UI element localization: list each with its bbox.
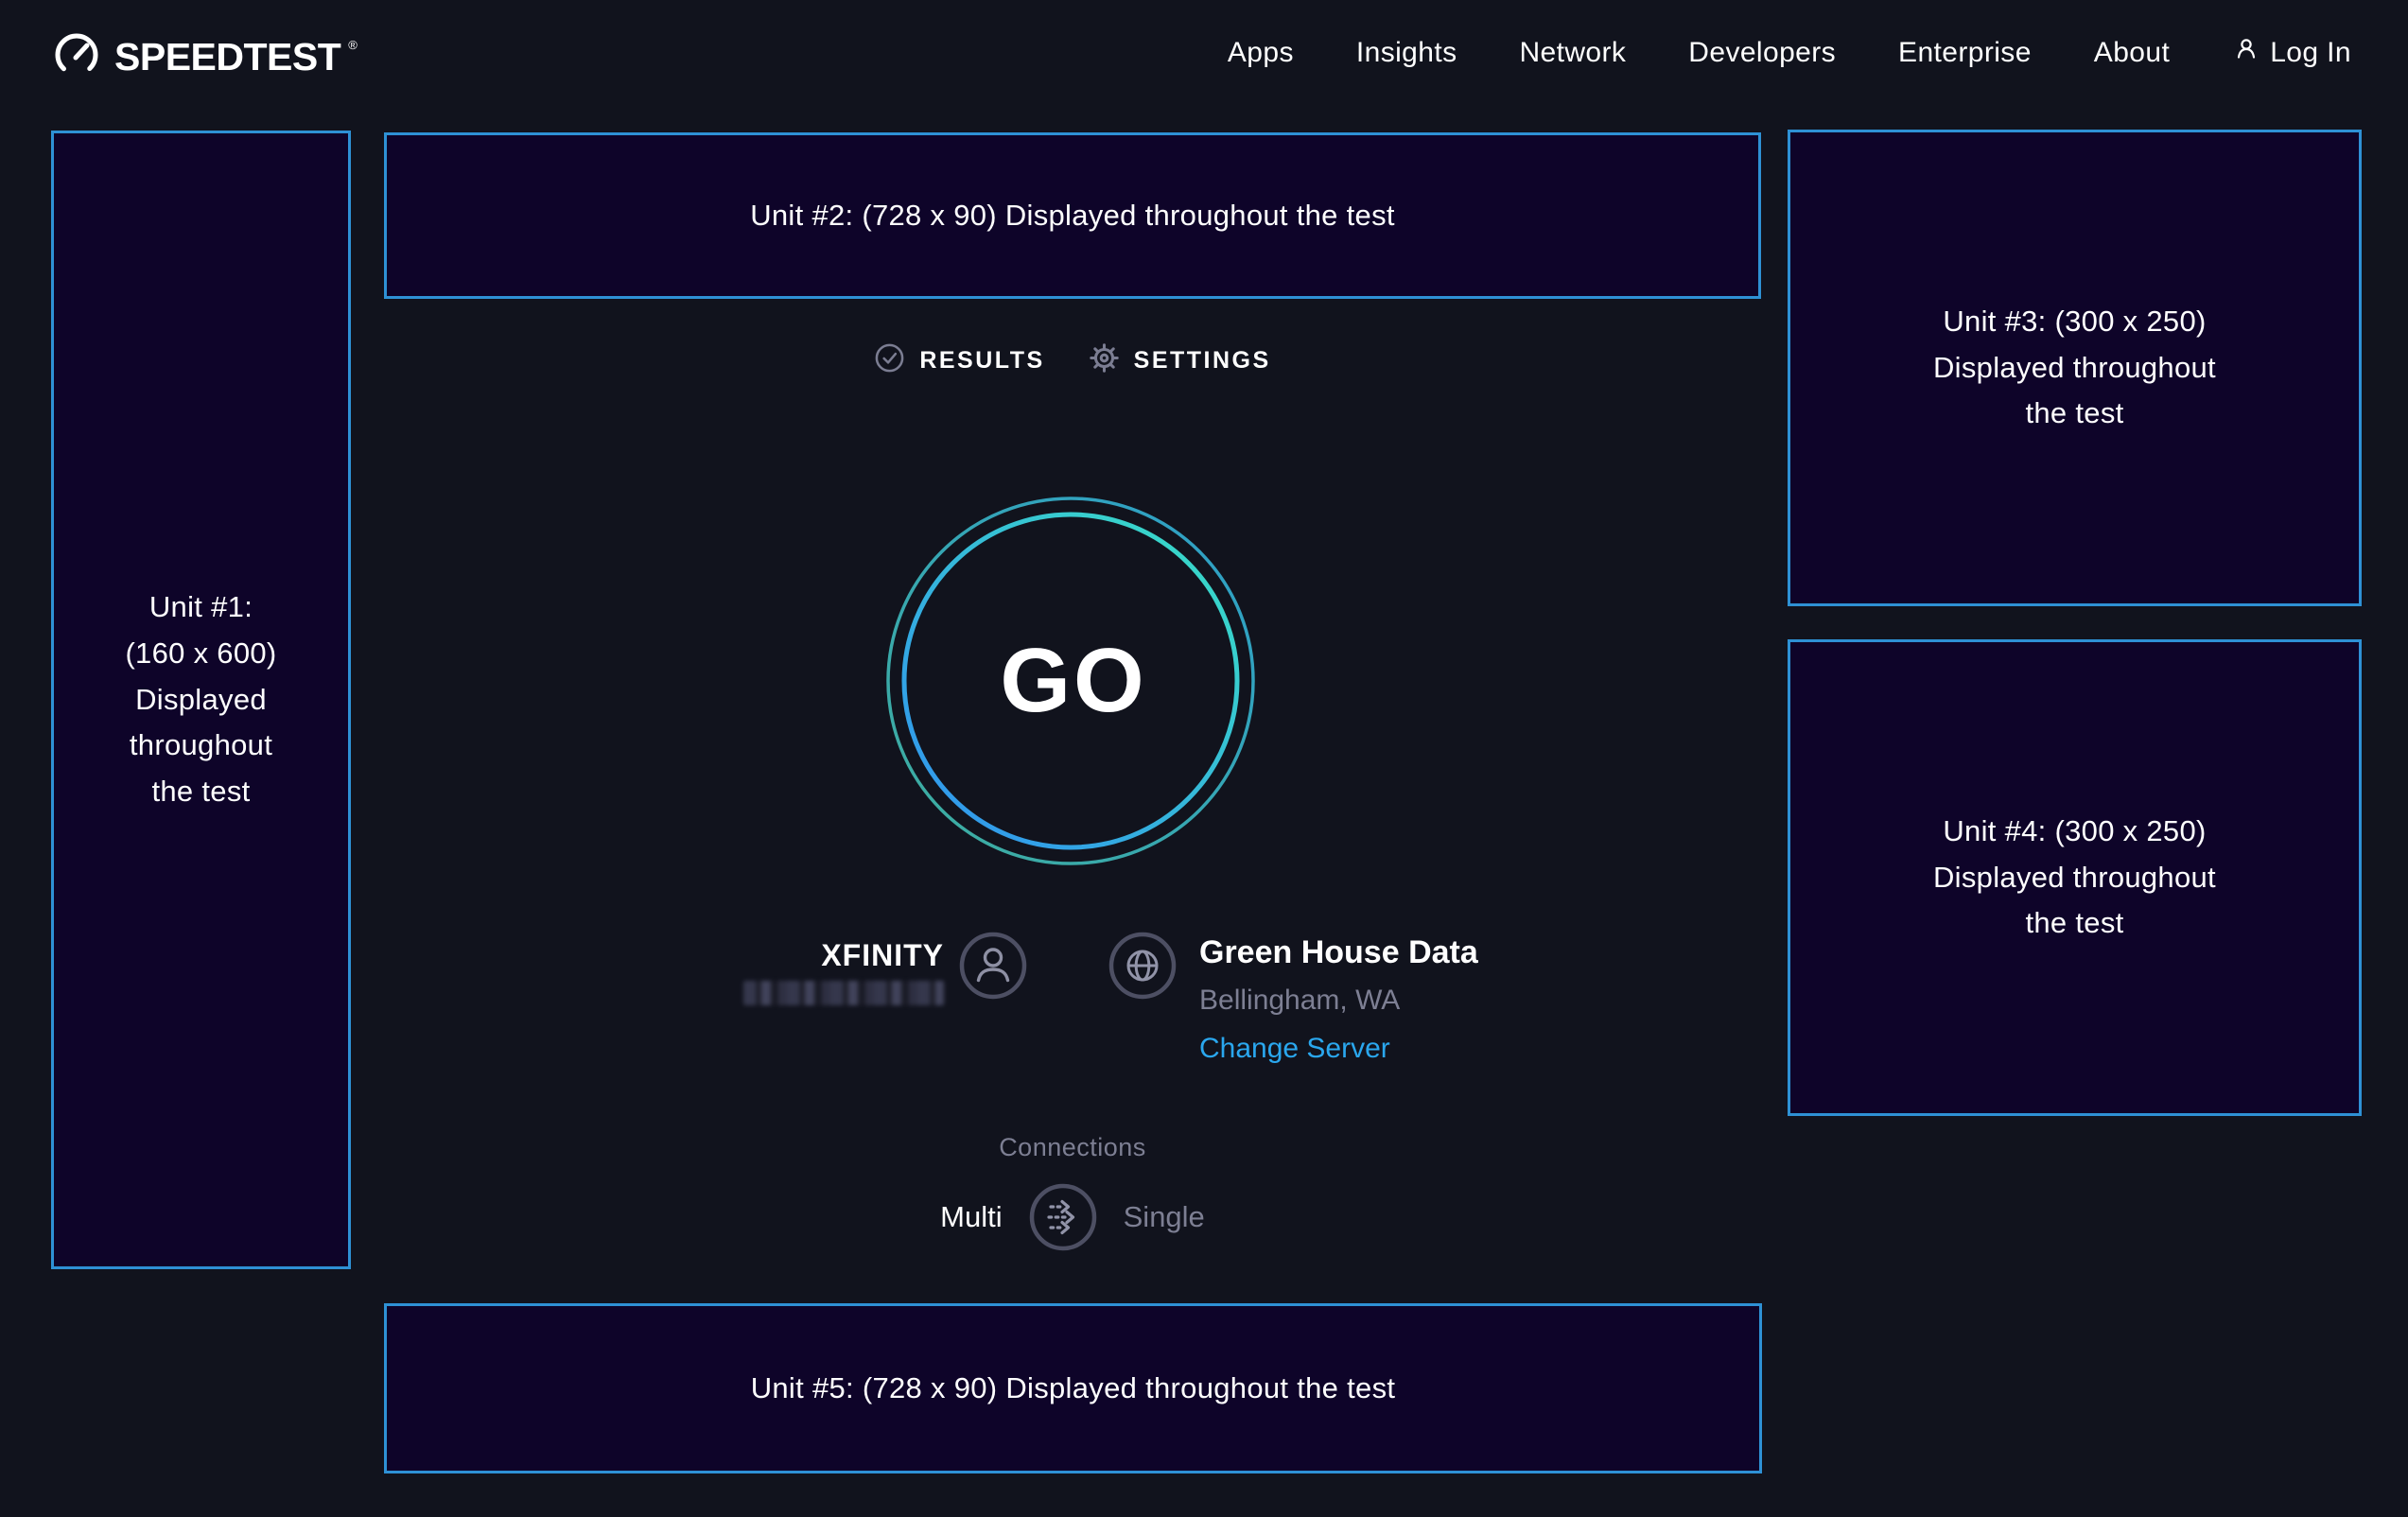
nav-item-network[interactable]: Network bbox=[1519, 37, 1626, 69]
go-button[interactable]: GO bbox=[881, 492, 1260, 870]
isp-block: XFINITY bbox=[662, 938, 944, 1010]
tab-settings[interactable]: SETTINGS bbox=[1089, 342, 1271, 378]
toggle-option-multi[interactable]: Multi bbox=[940, 1200, 1002, 1234]
ad-unit-3[interactable]: Unit #3: (300 x 250) Displayed throughou… bbox=[1788, 130, 2362, 606]
ad-unit-4[interactable]: Unit #4: (300 x 250) Displayed throughou… bbox=[1788, 639, 2362, 1116]
tab-settings-label: SETTINGS bbox=[1134, 347, 1271, 375]
nav-item-developers[interactable]: Developers bbox=[1688, 37, 1836, 69]
ad-unit-1[interactable]: Unit #1: (160 x 600) Displayed throughou… bbox=[51, 131, 351, 1269]
view-tabs: RESULTS SETTINGS bbox=[384, 342, 1761, 378]
isp-ip-redacted bbox=[743, 981, 944, 1005]
tab-results-label: RESULTS bbox=[919, 347, 1044, 375]
server-block: Green House Data Bellingham, WA Change S… bbox=[1199, 934, 1478, 1065]
speedtest-logo[interactable]: SPEEDTEST ® bbox=[52, 30, 363, 84]
person-icon bbox=[2232, 35, 2260, 71]
connections-label: Connections bbox=[384, 1133, 1761, 1162]
nav-item-enterprise[interactable]: Enterprise bbox=[1898, 37, 2032, 69]
go-button-label: GO bbox=[881, 492, 1260, 870]
change-server-link[interactable]: Change Server bbox=[1199, 1033, 1390, 1065]
connections-section: Connections Multi Single bbox=[384, 1133, 1761, 1251]
ad-unit-1-label: Unit #1: (160 x 600) Displayed throughou… bbox=[125, 584, 276, 816]
logo-text: SPEEDTEST bbox=[114, 35, 340, 79]
check-circle-icon bbox=[874, 342, 905, 378]
nav-item-insights[interactable]: Insights bbox=[1356, 37, 1457, 69]
logo-trademark: ® bbox=[348, 38, 358, 52]
user-icon bbox=[959, 932, 1027, 1000]
isp-user-badge bbox=[959, 932, 1027, 1000]
globe-icon bbox=[1108, 932, 1177, 1000]
server-location: Bellingham, WA bbox=[1199, 985, 1478, 1017]
nav-item-apps[interactable]: Apps bbox=[1228, 37, 1294, 69]
ad-unit-5[interactable]: Unit #5: (728 x 90) Displayed throughout… bbox=[384, 1303, 1762, 1473]
ad-unit-3-label: Unit #3: (300 x 250) Displayed throughou… bbox=[1933, 299, 2216, 438]
gauge-icon bbox=[52, 30, 101, 84]
main-nav: Apps Insights Network Developers Enterpr… bbox=[1228, 0, 2351, 106]
server-name: Green House Data bbox=[1199, 934, 1478, 971]
header: SPEEDTEST ® Apps Insights Network Develo… bbox=[0, 0, 2408, 106]
isp-name: XFINITY bbox=[662, 938, 944, 973]
ad-unit-5-label: Unit #5: (728 x 90) Displayed throughout… bbox=[751, 1366, 1396, 1412]
multi-connection-toggle-icon[interactable] bbox=[1029, 1183, 1097, 1251]
ad-unit-2[interactable]: Unit #2: (728 x 90) Displayed throughout… bbox=[384, 132, 1761, 299]
ad-unit-2-label: Unit #2: (728 x 90) Displayed throughout… bbox=[750, 193, 1395, 239]
login-button[interactable]: Log In bbox=[2232, 35, 2351, 71]
ad-unit-4-label: Unit #4: (300 x 250) Displayed throughou… bbox=[1933, 809, 2216, 948]
tab-results[interactable]: RESULTS bbox=[874, 342, 1044, 378]
toggle-option-single[interactable]: Single bbox=[1124, 1200, 1205, 1234]
speedtest-page: SPEEDTEST ® Apps Insights Network Develo… bbox=[0, 0, 2408, 1517]
connections-toggle: Multi Single bbox=[384, 1183, 1761, 1251]
gear-icon bbox=[1089, 342, 1120, 378]
server-globe-badge bbox=[1108, 932, 1177, 1000]
nav-item-about[interactable]: About bbox=[2094, 37, 2170, 69]
